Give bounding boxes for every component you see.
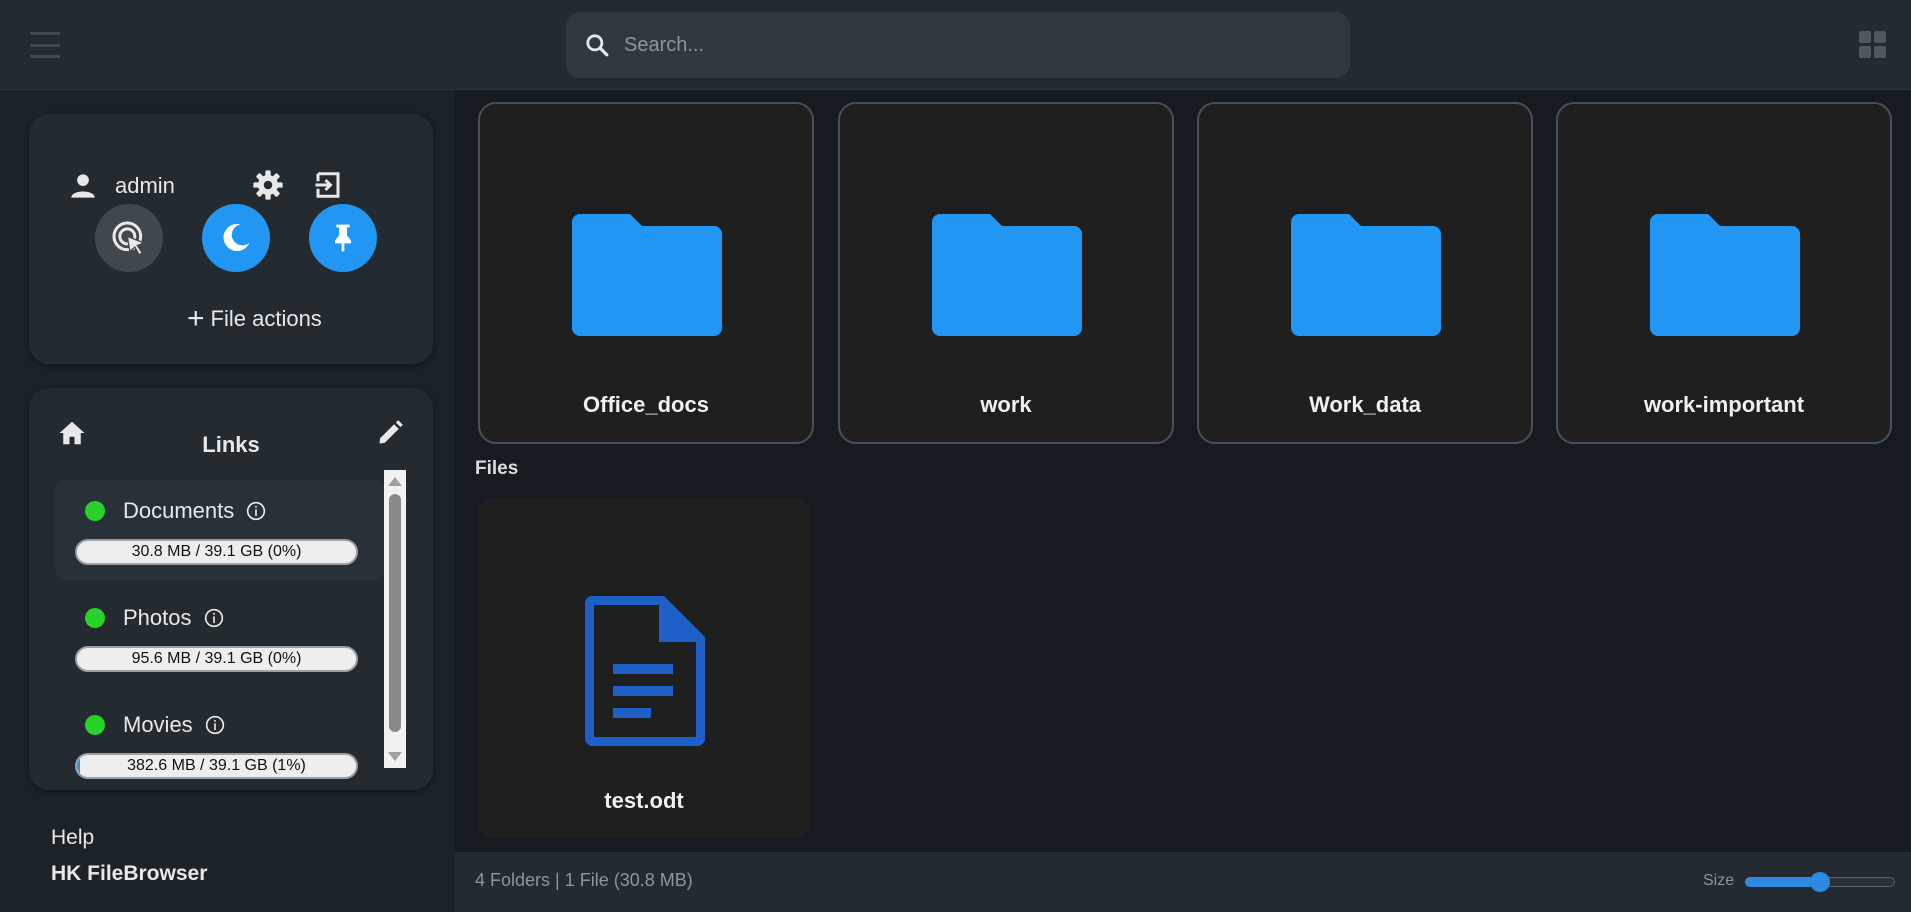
folder-icon xyxy=(1291,214,1441,336)
status-dot xyxy=(85,608,105,628)
dark-mode-button[interactable] xyxy=(202,204,270,272)
grid-view-icon[interactable] xyxy=(1859,31,1887,64)
cursor-click-icon xyxy=(112,221,146,256)
user-info: admin xyxy=(69,172,175,200)
link-item-movies[interactable]: Movies 382.6 MB / 39.1 GB (1%) xyxy=(55,694,385,780)
info-icon[interactable] xyxy=(205,715,225,735)
links-scrollbar[interactable] xyxy=(384,470,406,768)
links-card: Links Documents 30.8 MB / 39.1 GB (0%) P… xyxy=(29,388,433,790)
usage-text: 30.8 MB / 39.1 GB (0%) xyxy=(131,543,302,560)
logout-icon[interactable] xyxy=(311,168,345,202)
pin-icon xyxy=(335,224,351,252)
size-label: Size xyxy=(1703,872,1735,889)
file-actions-label: File actions xyxy=(210,306,322,331)
link-label: Photos xyxy=(123,605,192,630)
folder-icon xyxy=(932,214,1082,336)
links-title: Links xyxy=(202,432,260,457)
status-dot xyxy=(85,715,105,735)
folder-tile[interactable]: work xyxy=(838,102,1174,444)
moon-icon xyxy=(223,224,250,252)
menu-icon[interactable] xyxy=(30,32,60,58)
link-item-photos[interactable]: Photos 95.6 MB / 39.1 GB (0%) xyxy=(55,587,385,687)
size-slider[interactable] xyxy=(1745,872,1895,892)
links-list: Documents 30.8 MB / 39.1 GB (0%) Photos xyxy=(55,480,385,780)
folder-name: work xyxy=(980,392,1032,417)
search-input[interactable] xyxy=(624,25,1350,65)
usage-bar: 30.8 MB / 39.1 GB (0%) xyxy=(75,539,358,565)
folder-name: Office_docs xyxy=(583,392,709,417)
status-bar: 4 Folders | 1 File (30.8 MB) Size xyxy=(455,852,1911,912)
usage-text: 382.6 MB / 39.1 GB (1%) xyxy=(127,757,306,774)
username: admin xyxy=(115,173,175,198)
usage-bar: 95.6 MB / 39.1 GB (0%) xyxy=(75,646,358,672)
file-actions-button[interactable]: + File actions xyxy=(187,302,322,335)
folder-tile[interactable]: Work_data xyxy=(1197,102,1533,444)
file-name: test.odt xyxy=(604,788,684,813)
help-link[interactable]: Help xyxy=(51,826,94,850)
files-section-label: Files xyxy=(475,458,519,479)
settings-icon[interactable] xyxy=(251,168,285,202)
scroll-thumb[interactable] xyxy=(389,494,401,732)
folder-name: work-important xyxy=(1643,392,1805,417)
slider-fill xyxy=(1745,877,1820,887)
link-label: Movies xyxy=(123,712,193,737)
scroll-down-icon[interactable] xyxy=(388,752,402,761)
brand-link[interactable]: HK FileBrowser xyxy=(51,862,207,886)
status-dot xyxy=(85,501,105,521)
pin-button[interactable] xyxy=(309,204,377,272)
document-icon xyxy=(585,596,705,746)
folder-icon xyxy=(572,214,722,336)
link-label: Documents xyxy=(123,498,235,523)
usage-bar: 382.6 MB / 39.1 GB (1%) xyxy=(75,753,358,779)
folder-tile[interactable]: Office_docs xyxy=(478,102,814,444)
link-item-documents[interactable]: Documents 30.8 MB / 39.1 GB (0%) xyxy=(55,480,385,580)
top-bar xyxy=(0,0,1911,90)
folder-tile[interactable]: work-important xyxy=(1556,102,1892,444)
user-card: admin + File actions xyxy=(29,114,433,364)
item-summary: 4 Folders | 1 File (30.8 MB) xyxy=(475,870,693,890)
plus-icon: + xyxy=(187,302,205,335)
person-icon xyxy=(71,174,95,198)
folder-name: Work_data xyxy=(1308,392,1422,417)
edit-icon[interactable] xyxy=(375,418,405,448)
file-listing: Office_docs work Work_data work-importan… xyxy=(455,90,1911,852)
search-icon xyxy=(586,34,609,57)
scroll-up-icon[interactable] xyxy=(388,477,402,486)
slider-thumb[interactable] xyxy=(1810,872,1830,892)
usage-text: 95.6 MB / 39.1 GB (0%) xyxy=(131,650,302,667)
select-mode-button[interactable] xyxy=(95,204,163,272)
folder-icon xyxy=(1650,214,1800,336)
info-icon[interactable] xyxy=(246,501,266,521)
search-bar[interactable] xyxy=(566,12,1350,78)
info-icon[interactable] xyxy=(204,608,224,628)
file-tile[interactable]: test.odt xyxy=(477,498,811,838)
